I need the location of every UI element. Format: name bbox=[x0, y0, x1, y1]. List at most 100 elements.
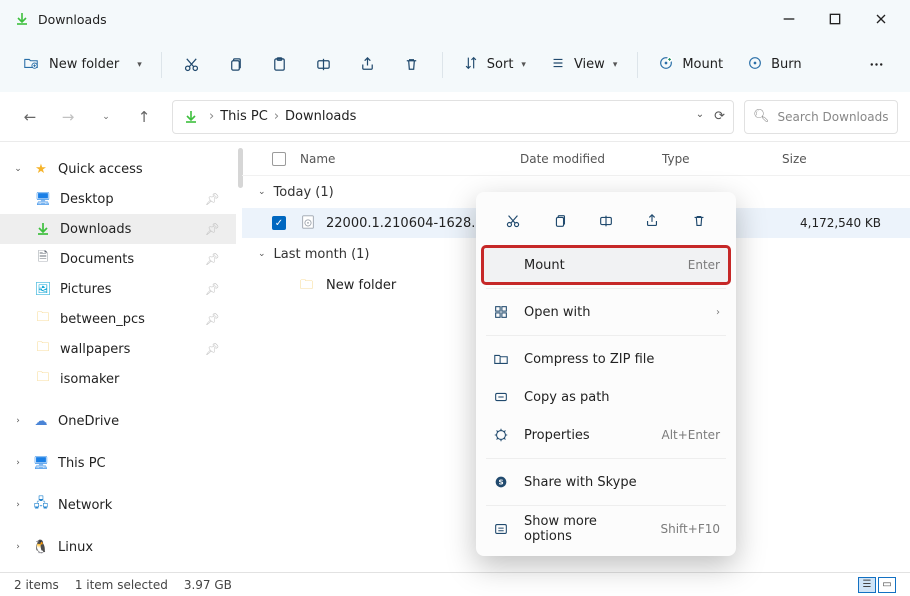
paste-button[interactable] bbox=[260, 47, 300, 83]
chevron-down-icon: ▾ bbox=[521, 60, 526, 70]
sidebar-item-label: wallpapers bbox=[60, 342, 130, 357]
separator bbox=[486, 505, 726, 506]
pin-icon: 📌︎ bbox=[205, 222, 220, 236]
column-type[interactable]: Type bbox=[662, 152, 782, 166]
sidebar-item-onedrive[interactable]: › ☁ OneDrive bbox=[0, 406, 236, 436]
sidebar-item-downloads[interactable]: Downloads 📌︎ bbox=[0, 214, 236, 244]
breadcrumb-downloads[interactable]: Downloads bbox=[281, 107, 360, 126]
refresh-button[interactable]: ⟳ bbox=[714, 109, 725, 124]
breadcrumb-this-pc[interactable]: This PC bbox=[216, 107, 272, 126]
folder-icon: 🗀 bbox=[300, 276, 318, 294]
chevron-down-icon[interactable]: ⌄ bbox=[696, 109, 704, 124]
cut-button[interactable] bbox=[172, 47, 212, 83]
maximize-button[interactable] bbox=[812, 3, 858, 35]
chevron-down-icon: ⌄ bbox=[258, 249, 266, 259]
cm-mount[interactable]: • Mount Enter bbox=[482, 246, 730, 284]
cm-rename-button[interactable] bbox=[591, 206, 621, 236]
pin-icon: 📌︎ bbox=[205, 282, 220, 296]
download-arrow-icon bbox=[14, 11, 30, 27]
view-button[interactable]: View ▾ bbox=[540, 47, 627, 83]
documents-icon: 🗎 bbox=[34, 250, 52, 268]
column-size[interactable]: Size bbox=[782, 152, 910, 166]
overflow-button[interactable] bbox=[856, 47, 896, 83]
burn-label: Burn bbox=[771, 57, 802, 72]
sidebar-item-pictures[interactable]: 🖼 Pictures 📌︎ bbox=[0, 274, 236, 304]
sidebar-item-wallpapers[interactable]: 🗀 wallpapers 📌︎ bbox=[0, 334, 236, 364]
download-arrow-icon bbox=[34, 220, 52, 238]
separator bbox=[486, 288, 726, 289]
zip-icon bbox=[492, 350, 510, 368]
mount-button[interactable]: Mount bbox=[648, 47, 733, 83]
cloud-icon: ☁ bbox=[32, 412, 50, 430]
status-size: 3.97 GB bbox=[184, 578, 232, 592]
mount-icon bbox=[658, 55, 674, 75]
up-button[interactable]: ↑ bbox=[126, 99, 162, 135]
share-button[interactable] bbox=[348, 47, 388, 83]
view-icon bbox=[550, 55, 566, 75]
pin-icon: 📌︎ bbox=[205, 192, 220, 206]
pin-icon: 📌︎ bbox=[205, 252, 220, 266]
monitor-icon: 🖥 bbox=[32, 454, 50, 472]
chevron-down-icon: ▾ bbox=[137, 60, 142, 70]
disc-image-icon bbox=[300, 214, 318, 232]
sidebar-item-label: This PC bbox=[58, 456, 106, 471]
sidebar-quick-access[interactable]: ⌄ ★ Quick access bbox=[0, 154, 236, 184]
sidebar-item-network[interactable]: › 🖧 Network bbox=[0, 490, 236, 520]
rename-button[interactable] bbox=[304, 47, 344, 83]
search-icon: 🔍︎ bbox=[753, 109, 770, 124]
view-toggle: ☰ ▭ bbox=[858, 577, 896, 593]
close-button[interactable] bbox=[858, 3, 904, 35]
cm-delete-button[interactable] bbox=[684, 206, 714, 236]
sidebar-item-isomaker[interactable]: 🗀 isomaker bbox=[0, 364, 236, 394]
separator bbox=[442, 52, 443, 78]
cm-share-button[interactable] bbox=[637, 206, 667, 236]
row-checkbox[interactable] bbox=[272, 278, 286, 292]
burn-button[interactable]: Burn bbox=[737, 47, 812, 83]
pictures-icon: 🖼 bbox=[34, 280, 52, 298]
cm-cut-button[interactable] bbox=[498, 206, 528, 236]
search-box[interactable]: 🔍︎ bbox=[744, 100, 898, 134]
sidebar-item-desktop[interactable]: 🖥 Desktop 📌︎ bbox=[0, 184, 236, 214]
sidebar-item-between-pcs[interactable]: 🗀 between_pcs 📌︎ bbox=[0, 304, 236, 334]
search-input[interactable] bbox=[778, 110, 889, 124]
minimize-button[interactable] bbox=[766, 3, 812, 35]
sort-label: Sort bbox=[487, 57, 514, 72]
column-name[interactable]: Name bbox=[300, 152, 520, 166]
chevron-right-icon: › bbox=[12, 500, 24, 510]
copy-button[interactable] bbox=[216, 47, 256, 83]
cm-copy-path[interactable]: Copy as path bbox=[482, 378, 730, 416]
new-folder-icon bbox=[23, 55, 39, 75]
cm-share-skype[interactable]: S Share with Skype bbox=[482, 463, 730, 501]
group-label: Today (1) bbox=[274, 185, 334, 200]
recent-dropdown[interactable]: ⌄ bbox=[88, 99, 124, 135]
thumbnails-view-button[interactable]: ▭ bbox=[878, 577, 896, 593]
sidebar-item-linux[interactable]: › 🐧 Linux bbox=[0, 532, 236, 562]
cm-compress[interactable]: Compress to ZIP file bbox=[482, 340, 730, 378]
sort-button[interactable]: Sort ▾ bbox=[453, 47, 536, 83]
column-headers[interactable]: Name Date modified Type Size bbox=[242, 142, 910, 176]
folder-icon: 🗀 bbox=[34, 370, 52, 388]
folder-icon: 🗀 bbox=[34, 340, 52, 358]
chevron-right-icon: › bbox=[272, 109, 281, 124]
address-bar[interactable]: › This PC › Downloads ⌄ ⟳ bbox=[172, 100, 734, 134]
sidebar-item-this-pc[interactable]: › 🖥 This PC bbox=[0, 448, 236, 478]
copy-path-icon bbox=[492, 388, 510, 406]
back-button[interactable]: ← bbox=[12, 99, 48, 135]
cm-properties[interactable]: Properties Alt+Enter bbox=[482, 416, 730, 454]
sidebar-item-documents[interactable]: 🗎 Documents 📌︎ bbox=[0, 244, 236, 274]
sidebar-item-label: Desktop bbox=[60, 192, 114, 207]
new-folder-button[interactable]: New folder ▾ bbox=[14, 50, 151, 80]
chevron-down-icon: ▾ bbox=[613, 60, 618, 70]
separator bbox=[637, 52, 638, 78]
column-date[interactable]: Date modified bbox=[520, 152, 662, 166]
forward-button[interactable]: → bbox=[50, 99, 86, 135]
cm-show-more[interactable]: Show more options Shift+F10 bbox=[482, 510, 730, 548]
details-view-button[interactable]: ☰ bbox=[858, 577, 876, 593]
delete-button[interactable] bbox=[392, 47, 432, 83]
select-all-checkbox[interactable] bbox=[272, 152, 286, 166]
cm-copy-button[interactable] bbox=[545, 206, 575, 236]
cm-open-with[interactable]: Open with › bbox=[482, 293, 730, 331]
view-label: View bbox=[574, 57, 605, 72]
row-checkbox[interactable]: ✓ bbox=[272, 216, 286, 230]
folder-icon: 🗀 bbox=[34, 310, 52, 328]
